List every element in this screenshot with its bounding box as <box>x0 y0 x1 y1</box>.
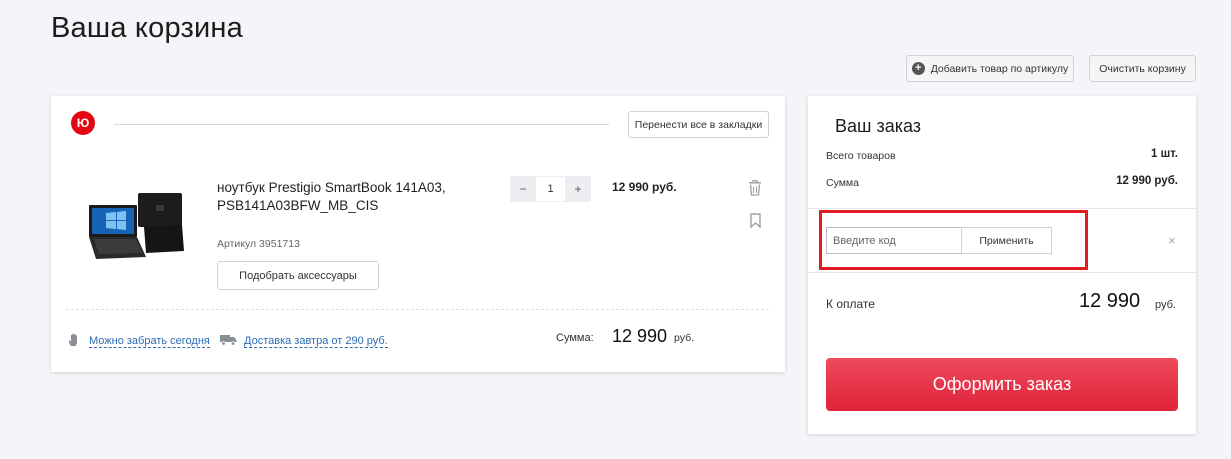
plus-circle-icon: + <box>911 62 925 75</box>
cart-card: Ю Перенести все в закладки ноутбук Prest… <box>51 96 785 372</box>
close-icon[interactable]: × <box>1168 233 1176 248</box>
total-items-label: Всего товаров <box>826 150 896 162</box>
page-title: Ваша корзина <box>51 12 243 44</box>
to-pay-currency: руб. <box>1155 299 1176 311</box>
product-image[interactable] <box>86 191 186 271</box>
delivery-tomorrow-link[interactable]: Доставка завтра от 290 руб. <box>244 335 388 348</box>
to-pay-label: К оплате <box>826 297 875 311</box>
truck-icon <box>220 335 237 346</box>
promo-code-input[interactable] <box>826 227 962 254</box>
order-sum-label: Сумма <box>826 177 859 189</box>
checkout-button[interactable]: Оформить заказ <box>826 358 1178 411</box>
item-price: 12 990 руб. <box>612 180 677 194</box>
clear-cart-button[interactable]: Очистить корзину <box>1089 55 1196 82</box>
add-by-article-label: Добавить товар по артикулу <box>930 62 1069 75</box>
shop-logo-icon: Ю <box>71 111 95 135</box>
order-divider <box>808 272 1196 273</box>
order-title: Ваш заказ <box>835 116 922 136</box>
product-name-link[interactable]: ноутбук Prestigio SmartBook 141A03, PSB1… <box>217 179 487 215</box>
trash-icon[interactable] <box>748 180 762 196</box>
quantity-stepper: − 1 + <box>510 176 591 202</box>
hand-icon <box>69 333 77 346</box>
order-sum-value: 12 990 руб. <box>1116 175 1178 187</box>
order-divider <box>808 208 1196 209</box>
pickup-today-link[interactable]: Можно забрать сегодня <box>89 335 210 348</box>
header-divider <box>114 124 609 125</box>
item-divider <box>66 309 769 310</box>
product-article: Артикул 3951713 <box>217 238 300 250</box>
cart-sum-label: Сумма: <box>556 332 594 344</box>
select-accessories-button[interactable]: Подобрать аксессуары <box>217 261 379 290</box>
to-pay-value: 12 990 <box>1079 290 1141 312</box>
cart-sum-value: 12 990 <box>612 326 668 346</box>
move-all-to-bookmarks-button[interactable]: Перенести все в закладки <box>628 111 769 138</box>
quantity-value[interactable]: 1 <box>536 176 565 202</box>
quantity-decrease-button[interactable]: − <box>510 176 536 202</box>
apply-promo-button[interactable]: Применить <box>961 227 1052 254</box>
cart-sum-currency: руб. <box>674 332 695 344</box>
order-summary-card: Ваш заказ Всего товаров 1 шт. Сумма 12 9… <box>808 96 1196 434</box>
total-items-value: 1 шт. <box>1151 148 1178 160</box>
quantity-increase-button[interactable]: + <box>565 176 591 202</box>
bookmark-icon[interactable] <box>750 213 761 228</box>
add-by-article-button[interactable]: + Добавить товар по артикулу <box>906 55 1074 82</box>
